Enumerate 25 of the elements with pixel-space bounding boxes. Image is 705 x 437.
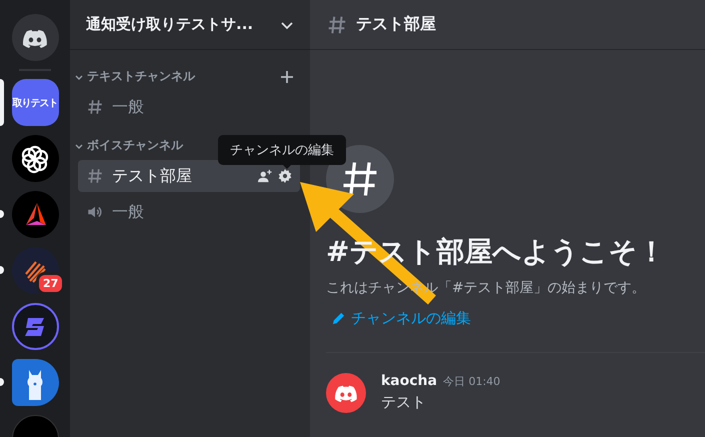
category-name[interactable]: テキストチャンネル <box>87 68 280 85</box>
timestamp: 今日 01:40 <box>443 374 500 389</box>
channel-title: テスト部屋 <box>356 14 436 35</box>
hash-icon <box>86 167 104 185</box>
discord-logo-icon <box>333 383 359 403</box>
server-icon[interactable] <box>12 359 58 406</box>
server-icon[interactable]: 取りテスト <box>12 79 58 126</box>
tooltip-pointer <box>281 163 293 169</box>
channel-item[interactable]: 一般 <box>78 91 300 123</box>
add-person-icon[interactable] <box>258 169 272 183</box>
server-name[interactable]: 通知受け取りテストサ... <box>86 15 254 34</box>
home-button[interactable] <box>12 14 58 61</box>
channel-item[interactable]: テスト部屋 <box>78 160 300 192</box>
channel-item[interactable]: 一般 <box>78 196 300 228</box>
avatar[interactable] <box>326 373 366 413</box>
edit-channel-link[interactable]: チャンネルの編集 <box>332 309 471 328</box>
pencil-icon <box>332 312 345 325</box>
server-icon[interactable] <box>12 135 58 182</box>
hash-icon <box>86 98 104 116</box>
message-text: テスト <box>381 393 427 412</box>
hash-icon <box>326 14 348 36</box>
author-name[interactable]: kaocha <box>381 373 438 389</box>
plus-icon[interactable] <box>280 70 294 84</box>
tooltip: チャンネルの編集 <box>218 135 346 165</box>
settings-icon[interactable] <box>278 169 292 183</box>
